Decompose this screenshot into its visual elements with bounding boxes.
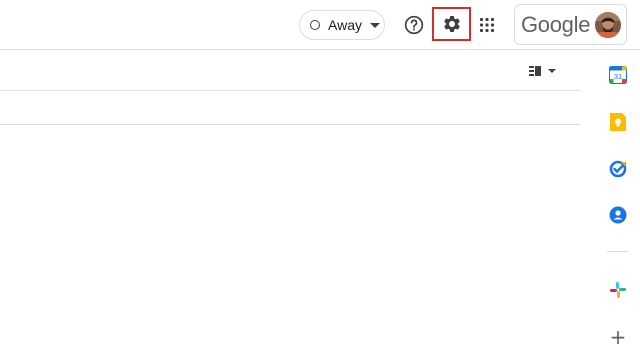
tasks-icon (609, 160, 627, 178)
side-item-contacts[interactable] (608, 205, 628, 225)
side-item-add[interactable]: + (608, 327, 628, 347)
help-button[interactable] (400, 11, 428, 39)
plus-icon: + (609, 325, 627, 349)
contacts-icon (609, 206, 627, 224)
side-item-tasks[interactable] (608, 159, 628, 179)
settings-button[interactable] (432, 7, 471, 41)
split-pane-toggle[interactable] (527, 63, 561, 79)
calendar-icon: 31 (609, 66, 627, 84)
calendar-day-label: 31 (614, 72, 622, 81)
list-toolbar (0, 51, 580, 91)
chevron-down-icon (369, 22, 380, 28)
help-icon (404, 15, 424, 35)
keep-icon (610, 113, 626, 131)
status-label: Away (328, 17, 362, 33)
top-bar: Away Google (0, 0, 640, 50)
list-header-row (0, 91, 580, 125)
side-item-slack[interactable] (608, 280, 628, 300)
slack-icon (610, 282, 626, 298)
status-dropdown[interactable]: Away (299, 10, 385, 40)
side-panel-divider (607, 251, 629, 252)
split-pane-icon (529, 66, 556, 76)
avatar[interactable] (595, 12, 621, 38)
gear-icon (443, 15, 460, 32)
apps-grid-icon (479, 17, 495, 33)
side-item-keep[interactable] (608, 112, 628, 132)
apps-button[interactable] (473, 11, 501, 39)
account-switcher[interactable]: Google (514, 4, 627, 45)
side-panel: 31 + (597, 51, 640, 360)
google-logo: Google (521, 12, 591, 37)
side-item-calendar[interactable]: 31 (608, 65, 628, 85)
status-ring-icon (310, 20, 320, 30)
